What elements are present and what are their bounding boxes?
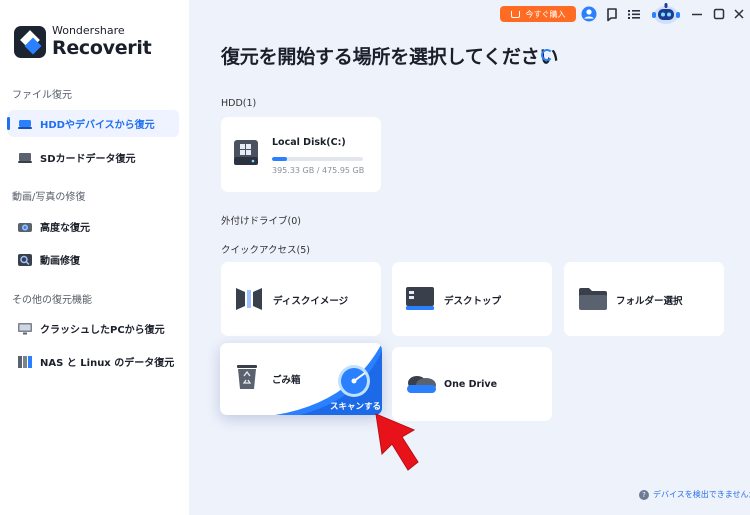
hard-drive-icon [233,139,259,171]
quick-item-label: フォルダー選択 [616,296,683,307]
section-title-file-recovery: ファイル復元 [12,90,72,101]
scan-radar-icon [337,364,371,402]
hdd-icon [18,118,32,130]
sidebar-item-label: 動画修復 [40,256,80,267]
quick-item-desktop[interactable]: デスクトップ [392,262,552,336]
sidebar-item-label: 高度な復元 [40,223,90,234]
page-title: 復元を開始する場所を選択してください [221,46,559,68]
sidebar-item-crashed-pc[interactable]: クラッシュしたPCから復元 [8,315,179,342]
scan-button[interactable]: スキャンする [330,400,381,412]
video-repair-icon [18,253,32,266]
disk-image-icon [234,285,264,317]
refresh-icon[interactable] [541,49,553,61]
buy-now-button[interactable]: 今すぐ購入 [500,6,576,22]
buy-now-label: 今すぐ購入 [525,9,566,19]
quick-item-onedrive[interactable]: One Drive [392,347,552,421]
product-name: Recoverit [52,37,152,59]
sidebar-item-advanced-recovery[interactable]: 高度な復元 [8,213,179,240]
sidebar-item-video-repair[interactable]: 動画修復 [8,246,179,273]
local-disk-card[interactable]: Local Disk(C:) 395.33 GB / 475.95 GB [221,117,381,192]
disk-usage-fill [272,157,288,161]
desktop-icon [405,286,435,316]
disk-name: Local Disk(C:) [272,137,346,148]
onedrive-icon [404,371,438,399]
device-not-detected-link[interactable]: ? デバイスを検出できませんか？ [639,489,750,500]
quick-item-recycle-bin[interactable]: ごみ箱 スキャンする [220,343,382,415]
sidebar-item-label: クラッシュしたPCから復元 [40,325,165,336]
sidebar-item-nas-linux[interactable]: NAS と Linux のデータ復元 [8,348,179,375]
quick-item-label: デスクトップ [444,296,502,307]
section-title-other-recovery: その他の復元機能 [12,295,92,306]
disk-usage-text: 395.33 GB / 475.95 GB [272,166,365,175]
recoverit-logo-icon [14,25,46,58]
sidebar: Wondershare Recoverit ファイル復元 HDDやデバイスから復… [0,0,189,515]
nas-icon [18,355,32,368]
pointer-arrow-icon [375,413,419,471]
camera-icon [18,221,32,233]
app-logo: Wondershare Recoverit [14,24,152,59]
disk-usage-bar [272,157,363,161]
feedback-icon[interactable] [604,6,620,22]
quick-item-select-folder[interactable]: フォルダー選択 [564,262,724,336]
help-text: デバイスを検出できませんか？ [653,490,750,499]
robot-assistant-icon[interactable] [651,2,681,24]
hdd-section-title: HDD(1) [221,98,257,109]
folder-icon [578,286,608,316]
quick-access-section-title: クイックアクセス(5) [221,245,310,256]
minimize-icon[interactable] [689,6,705,22]
sidebar-item-label: HDDやデバイスから復元 [40,120,155,131]
cart-icon [510,10,520,18]
question-icon: ? [639,489,649,500]
sidebar-item-label: SDカードデータ復元 [40,154,136,165]
quick-item-label: One Drive [444,379,498,390]
sidebar-item-sd-card[interactable]: SDカードデータ復元 [8,144,179,171]
quick-item-disk-image[interactable]: ディスクイメージ [221,262,381,336]
sidebar-item-hdd-recovery[interactable]: HDDやデバイスから復元 [7,110,179,137]
external-section-title: 外付けドライブ(0) [221,216,301,227]
account-icon[interactable] [581,6,597,22]
sidebar-item-label: NAS と Linux のデータ復元 [40,358,175,369]
monitor-icon [18,322,32,335]
close-icon[interactable] [731,6,747,22]
section-title-media-repair: 動画/写真の修復 [12,192,86,203]
brand-name: Wondershare [52,24,125,37]
sd-card-icon [18,152,32,164]
quick-item-label: ディスクイメージ [273,296,349,307]
maximize-icon[interactable] [711,6,727,22]
menu-icon[interactable] [626,6,642,22]
